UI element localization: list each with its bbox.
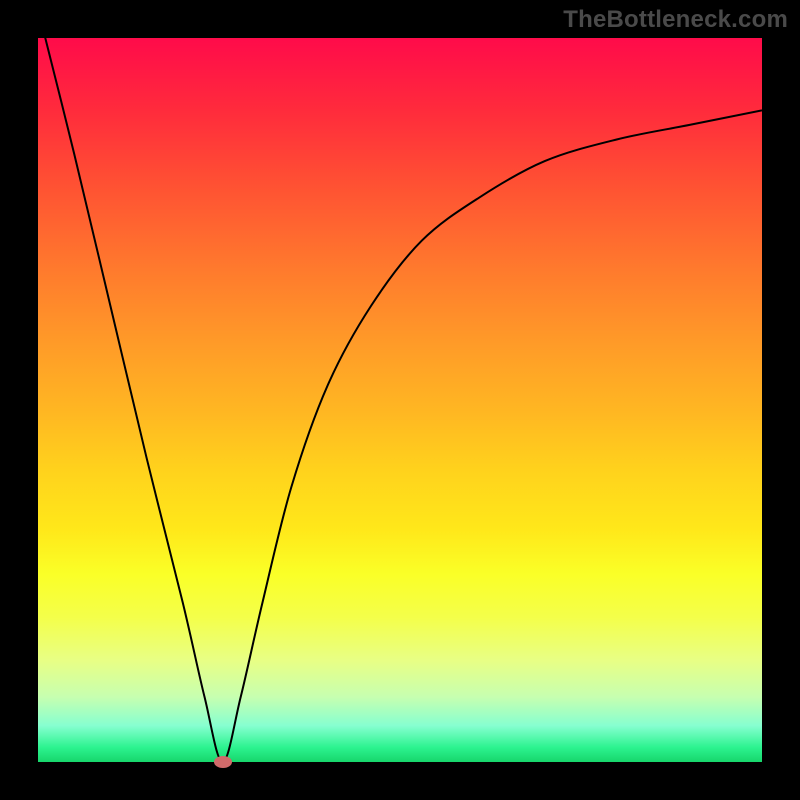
- watermark-text: TheBottleneck.com: [563, 6, 788, 34]
- bottleneck-curve-svg: [38, 38, 762, 762]
- bottleneck-curve-path: [38, 38, 762, 762]
- chart-frame: TheBottleneck.com: [0, 0, 800, 800]
- minimum-point-marker: [214, 756, 232, 768]
